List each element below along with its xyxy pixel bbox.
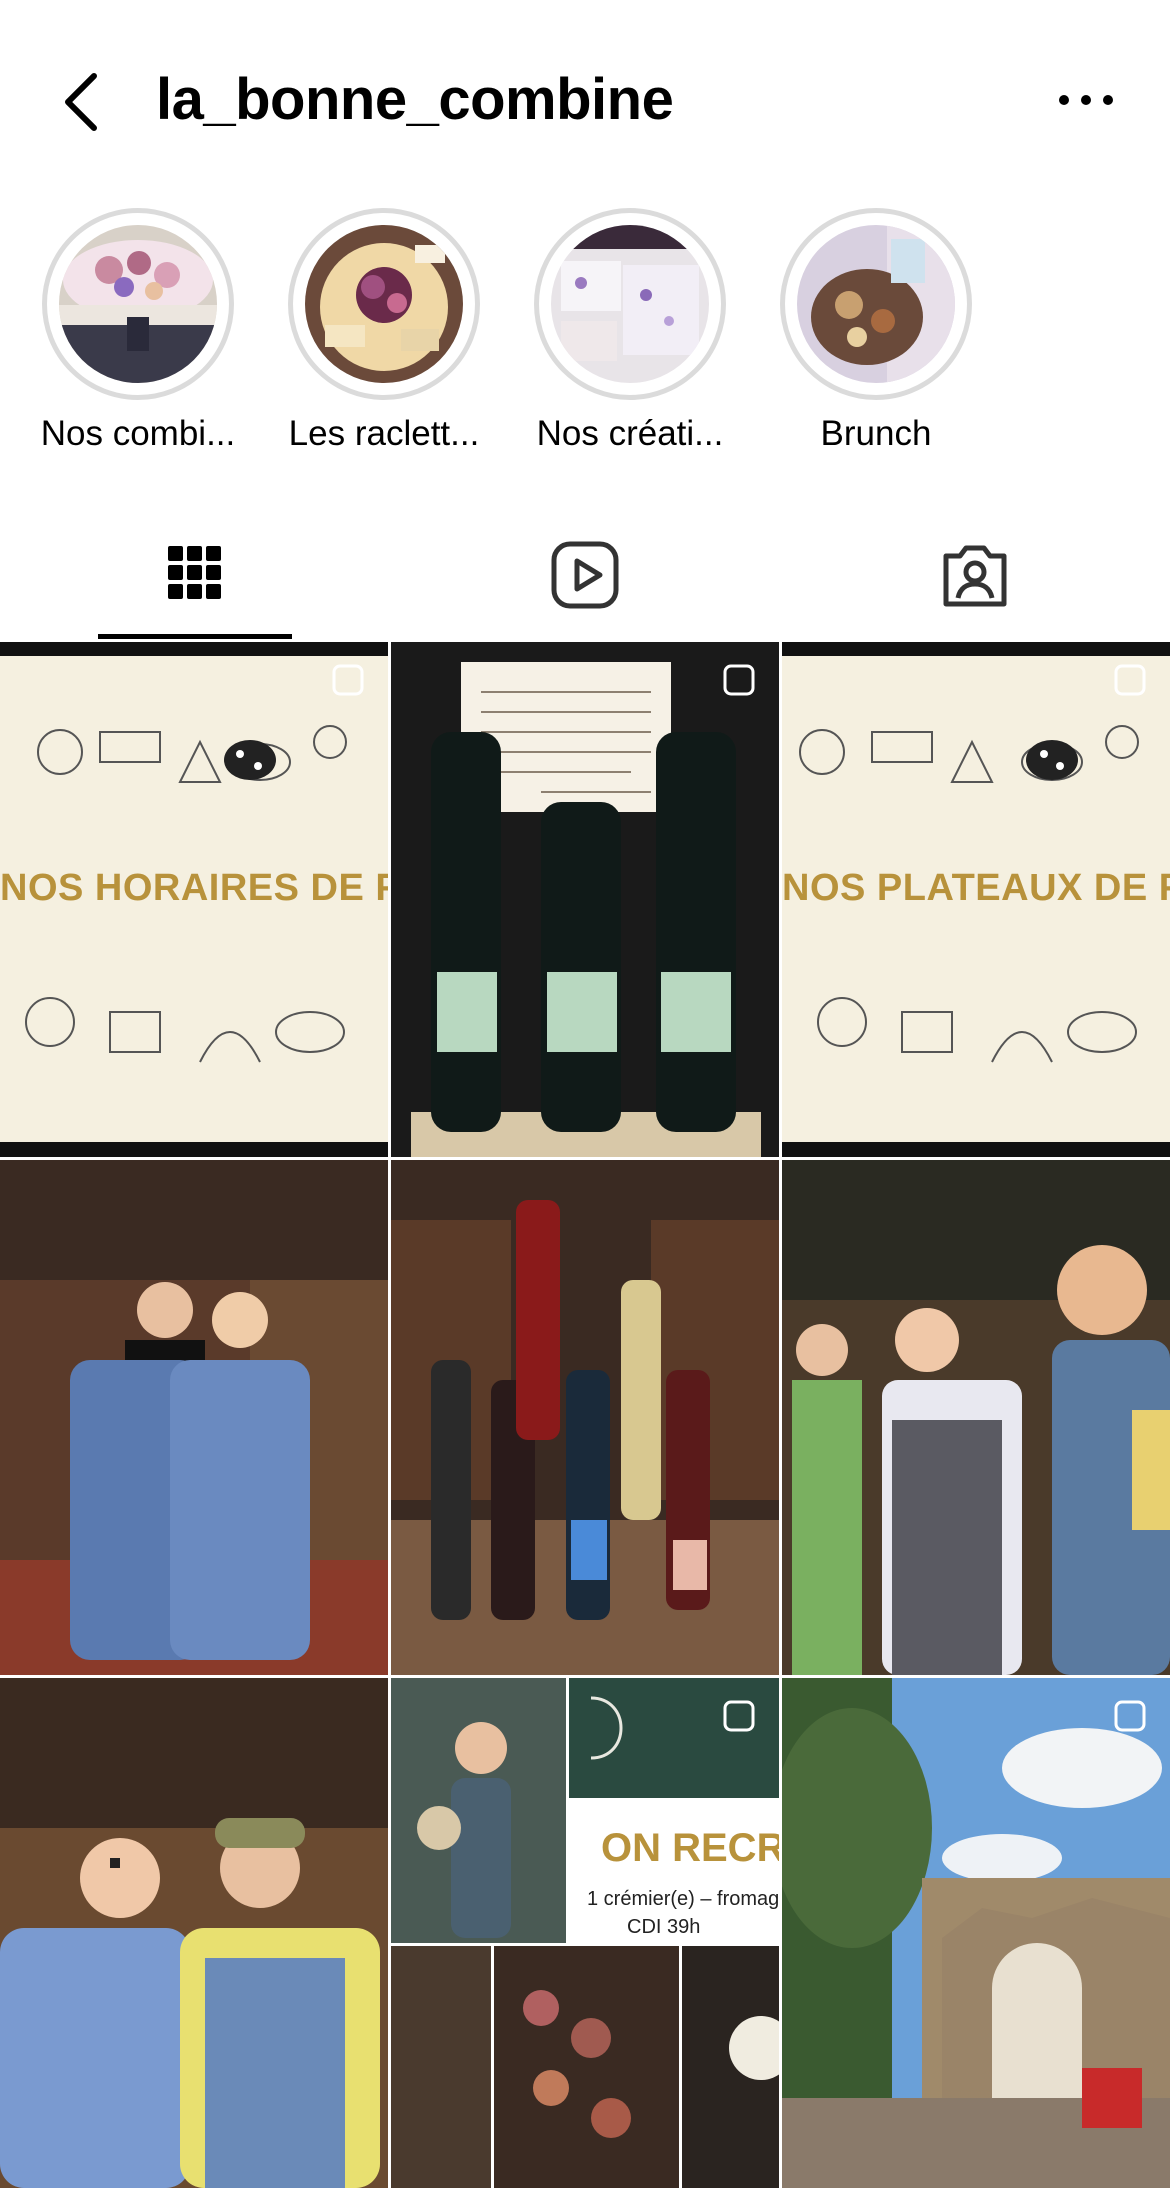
more-horizontal-icon	[1059, 95, 1113, 105]
highlight-label: Les raclett...	[288, 414, 480, 453]
post-image	[391, 1678, 779, 2188]
grid-post-3[interactable]: NOS PLATEAUX DE FÊTES	[782, 642, 1170, 1157]
grid-post-1[interactable]: NOS HORAIRES DE FÊTES	[0, 642, 388, 1157]
carousel-icon	[723, 1700, 755, 1732]
story-highlights: Nos combi... Les raclett... Nos créati..…	[0, 208, 1170, 468]
post-image	[0, 1678, 388, 2188]
post-image	[0, 1160, 388, 1675]
grid-post-2[interactable]	[391, 642, 779, 1157]
highlight-label: Nos créati...	[536, 414, 724, 453]
tab-posts[interactable]	[0, 520, 390, 640]
grid-post-5[interactable]	[391, 1160, 779, 1675]
highlight-ring	[42, 208, 234, 400]
highlight-nos-creations[interactable]: Nos créati...	[510, 208, 750, 454]
grid-post-8[interactable]: ON RECRUT 1 crémier(e) – fromag CDI 39h	[391, 1678, 779, 2188]
grid-post-6[interactable]	[782, 1160, 1170, 1675]
highlight-label: Brunch	[820, 414, 932, 453]
post-image	[391, 1160, 779, 1675]
grid-icon	[168, 546, 221, 599]
highlight-label: Nos combi...	[40, 414, 236, 453]
tab-tagged[interactable]	[780, 520, 1170, 640]
highlight-thumbnail	[797, 225, 955, 383]
grid-post-9[interactable]	[782, 1678, 1170, 2188]
recruit-title: ON RECRUT	[601, 1826, 779, 1870]
highlight-thumbnail	[59, 225, 217, 383]
post-poster-text: NOS HORAIRES DE FÊTES	[0, 867, 388, 909]
post-image	[782, 1678, 1170, 2188]
profile-username: la_bonne_combine	[156, 67, 674, 132]
highlight-nos-combinaisons[interactable]: Nos combi...	[18, 208, 258, 454]
post-image	[782, 1160, 1170, 1675]
recruit-line-1: 1 crémier(e) – fromag	[587, 1888, 779, 1910]
tab-reels[interactable]	[390, 520, 780, 640]
highlight-les-raclettes[interactable]: Les raclett...	[264, 208, 504, 454]
recruit-line-2: CDI 39h	[627, 1916, 701, 1938]
grid-post-4[interactable]	[0, 1160, 388, 1675]
carousel-icon	[1114, 1700, 1146, 1732]
tagged-person-icon	[943, 545, 1007, 607]
post-image	[391, 642, 779, 1157]
profile-tabs	[0, 520, 1170, 640]
highlight-ring	[534, 208, 726, 400]
highlight-thumbnail	[305, 225, 463, 383]
carousel-icon	[1114, 664, 1146, 696]
carousel-icon	[723, 664, 755, 696]
posts-grid: NOS HORAIRES DE FÊTES	[0, 642, 1170, 2188]
post-poster-text: NOS PLATEAUX DE FÊTES	[782, 867, 1170, 909]
back-button[interactable]	[58, 70, 108, 134]
highlight-brunch[interactable]: Brunch	[756, 208, 996, 454]
carousel-icon	[332, 664, 364, 696]
chevron-left-icon	[65, 73, 97, 131]
highlight-ring	[780, 208, 972, 400]
active-tab-indicator	[98, 634, 292, 639]
more-options-button[interactable]	[1056, 80, 1116, 120]
grid-post-7[interactable]	[0, 1678, 388, 2188]
highlight-thumbnail	[551, 225, 709, 383]
profile-header: la_bonne_combine	[0, 0, 1170, 200]
highlight-ring	[288, 208, 480, 400]
reels-play-icon	[551, 541, 619, 609]
